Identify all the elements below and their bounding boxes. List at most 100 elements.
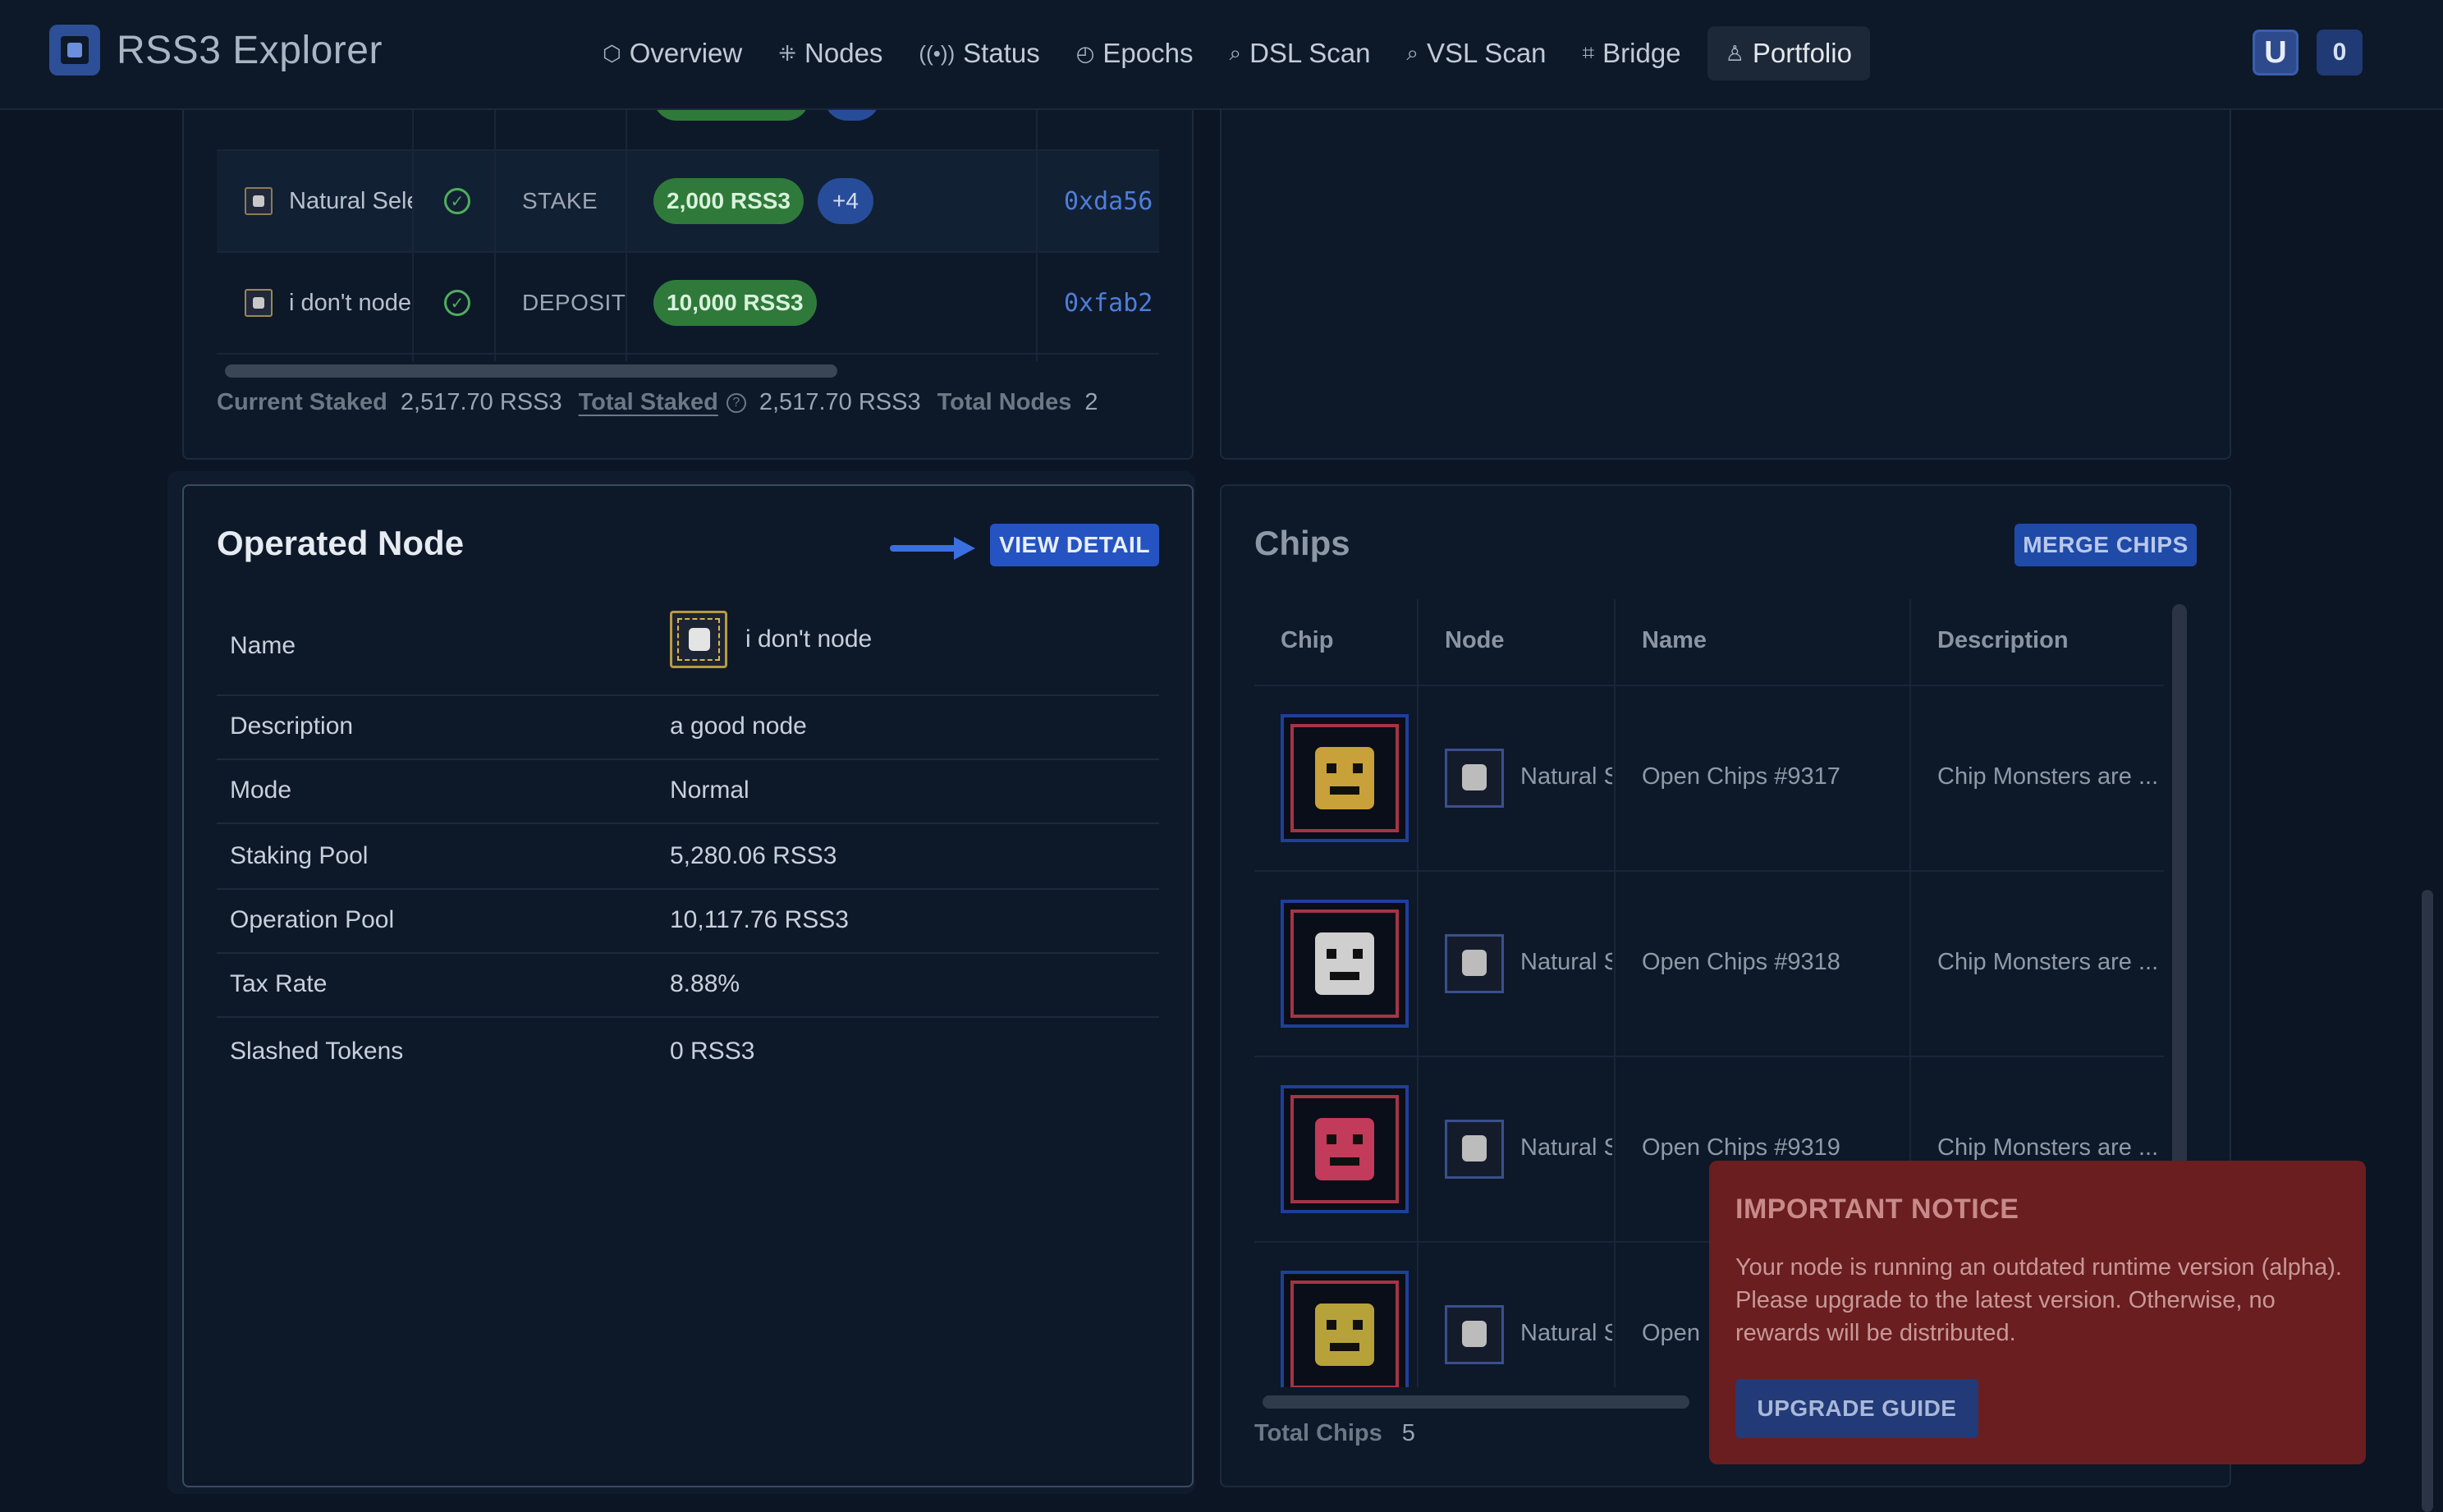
node-avatar-icon [670, 611, 727, 668]
node-name[interactable]: Natural Selection [289, 188, 412, 215]
operation-pool-label: Operation Pool [230, 906, 395, 933]
staking-pool-row: Staking Pool 5,280.06 RSS3 [217, 824, 1159, 890]
chip-name: Open Chips #9318 [1642, 949, 1840, 975]
mode-label: Mode [230, 777, 292, 804]
horizontal-scrollbar[interactable] [225, 364, 837, 378]
mode-row: Mode Normal [217, 760, 1159, 824]
column-divider [494, 90, 496, 361]
chip-image[interactable] [1281, 1085, 1409, 1213]
column-header-name[interactable]: Name [1642, 627, 1707, 654]
total-nodes-label: Total Nodes [937, 389, 1072, 415]
page-scrollbar[interactable] [2422, 890, 2433, 1512]
chip-description: Chip Monsters are ... [1937, 763, 2159, 790]
chip-node-name[interactable]: Natural Selection [1520, 949, 1612, 976]
chip-image[interactable] [1281, 1271, 1409, 1387]
node-avatar-icon [1445, 749, 1504, 808]
chip-node-name[interactable]: Natural Selection [1520, 763, 1612, 790]
merge-chips-button[interactable]: MERGE CHIPS [2014, 524, 2197, 566]
check-circle-icon: ✓ [444, 188, 470, 214]
column-divider [1036, 90, 1038, 361]
nav-bridge[interactable]: ⌗ Bridge [1565, 26, 1699, 80]
node-avatar-icon [1445, 934, 1504, 993]
staking-pool-value: 5,280.06 RSS3 [670, 842, 837, 869]
horizontal-scrollbar[interactable] [1263, 1395, 1689, 1409]
chip-face-3 [1315, 1304, 1374, 1366]
tax-rate-row: Tax Rate 8.88% [217, 954, 1159, 1018]
scan-icon: ⌕ [1229, 40, 1242, 65]
current-staked-value: 2,517.70 RSS3 [400, 389, 562, 415]
top-right-panel [1220, 49, 2231, 460]
chip-node-name[interactable]: Natural Selection [1520, 1320, 1612, 1347]
staking-summary: Current Staked 2,517.70 RSS3 Total Stake… [217, 389, 1115, 416]
rss3-logo-icon [49, 25, 100, 76]
chips-table-header: Chip Node Name Description [1254, 599, 2164, 686]
notification-count-badge[interactable]: 0 [2317, 30, 2363, 76]
node-avatar [245, 187, 273, 215]
table-row[interactable]: i don't node ✓ DEPOSIT 10,000 RSS3 0xfab… [217, 253, 1159, 355]
chips-total: Total Chips 5 [1254, 1420, 1432, 1447]
chip-name: Open Chips #9319 [1642, 1134, 1840, 1161]
extra-pill[interactable]: +4 [818, 178, 873, 224]
column-divider [1614, 599, 1616, 1387]
slashed-tokens-value: 0 RSS3 [670, 1038, 755, 1065]
operation-pool-row: Operation Pool 10,117.76 RSS3 [217, 890, 1159, 954]
broadcast-icon: ((•)) [919, 40, 956, 66]
chip-image[interactable] [1281, 900, 1409, 1028]
chip-image[interactable] [1281, 714, 1409, 842]
important-notice-toast: IMPORTANT NOTICE Your node is running an… [1709, 1161, 2366, 1464]
chip-face-0 [1315, 747, 1374, 809]
chip-face-2 [1315, 1118, 1374, 1180]
chip-description: Chip Monsters are ... [1937, 949, 2159, 975]
top-header: RSS3 Explorer ⬡ Overview ⁜ Nodes ((•)) Stat… [0, 0, 2443, 110]
upgrade-guide-button[interactable]: UPGRADE GUIDE [1735, 1379, 1978, 1438]
description-row: Description a good node [217, 696, 1159, 760]
total-nodes-value: 2 [1084, 389, 1098, 415]
total-chips-label: Total Chips [1254, 1420, 1382, 1446]
total-chips-value: 5 [1401, 1420, 1415, 1446]
node-name-value[interactable]: i don't node [745, 625, 872, 653]
nav-dsl-scan[interactable]: ⌕ DSL Scan [1212, 26, 1389, 80]
staking-table: Natural Selection ✓ STAKE 2,000 RSS3 +4 … [217, 90, 1159, 361]
nav-nodes[interactable]: ⁜ Nodes [760, 26, 901, 80]
mode-value: Normal [670, 777, 749, 804]
notice-body: Your node is running an outdated runtime… [1735, 1254, 2342, 1346]
chip-node-name[interactable]: Natural Selection [1520, 1134, 1612, 1161]
current-staked-label: Current Staked [217, 389, 387, 415]
table-row[interactable]: Natural Selection ✓ STAKE 2,000 RSS3 +4 … [217, 151, 1159, 253]
column-divider [626, 90, 627, 361]
timer-icon: ◴ [1075, 40, 1095, 66]
node-name[interactable]: i don't node [289, 290, 412, 317]
nav-vsl-scan[interactable]: ⌕ VSL Scan [1388, 26, 1564, 80]
view-detail-button[interactable]: VIEW DETAIL [990, 524, 1159, 566]
tx-address-link[interactable]: 0xda56 [1064, 187, 1153, 216]
brand[interactable]: RSS3 Explorer [49, 25, 383, 76]
nav-status[interactable]: ((•)) Status [901, 26, 1057, 80]
column-header-description[interactable]: Description [1937, 627, 2069, 654]
check-circle-icon: ✓ [444, 290, 470, 316]
stake-type: STAKE [522, 188, 598, 213]
chip-name: Open Chips #9317 [1642, 763, 1840, 790]
slashed-tokens-row: Slashed Tokens 0 RSS3 [217, 1018, 1159, 1084]
header-actions: U 0 [2253, 30, 2363, 76]
table-row[interactable]: Natural Selection Open Chips #9317 Chip … [1254, 686, 2164, 872]
name-label: Name [230, 632, 296, 659]
nodes-icon: ⁜ [778, 40, 797, 66]
table-row[interactable]: Natural Selection Open Chips #9318 Chip … [1254, 872, 2164, 1057]
tx-address-link[interactable]: 0xfab2 [1064, 289, 1153, 318]
nav-overview[interactable]: ⬡ Overview [584, 26, 760, 80]
wallet-icon[interactable]: U [2253, 30, 2299, 76]
node-avatar [245, 289, 273, 317]
node-avatar-icon [1445, 1305, 1504, 1364]
node-name-row: Name i don't node [217, 607, 1159, 696]
chip-face-1 [1315, 932, 1374, 995]
column-header-node[interactable]: Node [1445, 627, 1505, 654]
nav-portfolio[interactable]: ♙ Portfolio [1707, 26, 1870, 80]
nav-epochs[interactable]: ◴ Epochs [1058, 26, 1212, 80]
node-avatar-icon [1445, 1120, 1504, 1179]
bridge-icon: ⌗ [1582, 40, 1595, 65]
cube-icon: ⬡ [603, 40, 621, 66]
total-staked-value: 2,517.70 RSS3 [759, 389, 921, 415]
total-staked-label[interactable]: Total Staked [579, 389, 718, 416]
column-header-chip[interactable]: Chip [1281, 627, 1333, 654]
help-icon[interactable]: ? [726, 392, 746, 413]
